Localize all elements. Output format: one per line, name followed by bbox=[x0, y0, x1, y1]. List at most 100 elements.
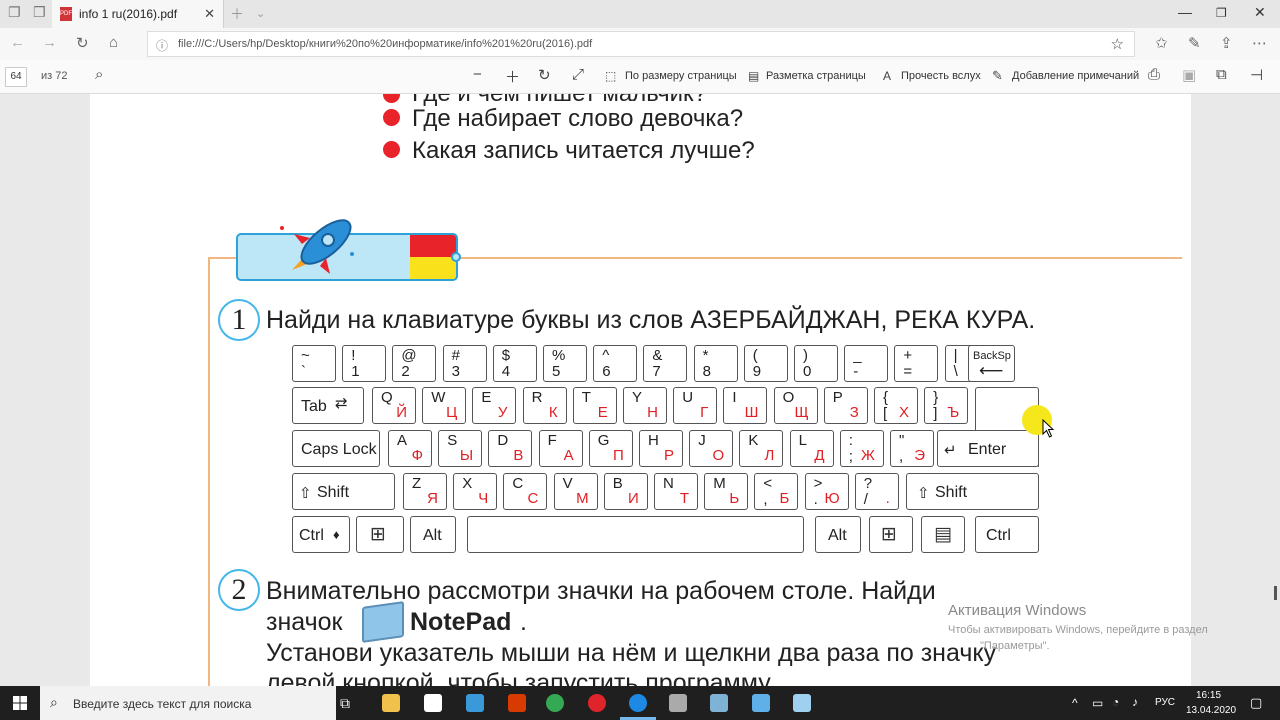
tray-chevron-icon[interactable]: ^ bbox=[1072, 696, 1078, 710]
info-icon[interactable]: ⓘ bbox=[156, 37, 168, 54]
keyboard-key: PЗ bbox=[823, 387, 868, 424]
photos-icon[interactable] bbox=[669, 694, 687, 712]
opera-icon[interactable] bbox=[588, 694, 606, 712]
home-icon[interactable]: ⌂ bbox=[109, 34, 118, 51]
tab-manager-icon[interactable]: ❐ bbox=[8, 4, 21, 21]
url-field[interactable]: ⓘ file:///C:/Users/hp/Desktop/книги%20по… bbox=[147, 31, 1135, 57]
edge-icon[interactable] bbox=[629, 694, 647, 712]
mail-icon[interactable] bbox=[466, 694, 484, 712]
minimize-icon[interactable]: — bbox=[1178, 4, 1192, 20]
key-symbol: | bbox=[953, 347, 958, 364]
pdf-toolbar: 64 из 72 ⌕ − ＋ ↻ ⤢ ⬚ По размеру страницы… bbox=[0, 60, 1280, 94]
key-digit: ` bbox=[301, 363, 306, 380]
key-cyrillic-letter: А bbox=[563, 447, 574, 464]
banner-dot bbox=[451, 252, 461, 262]
key-latin-letter: : bbox=[848, 432, 853, 449]
page-layout-button[interactable]: Разметка страницы bbox=[766, 70, 866, 82]
new-tab-icon[interactable]: ＋ bbox=[230, 4, 244, 24]
tab-pdf[interactable]: PDF info 1 ru(2016).pdf ✕ bbox=[52, 0, 224, 28]
key-cyrillic-letter: И bbox=[628, 490, 639, 507]
keyboard-key: ) 0 bbox=[794, 345, 838, 382]
zoom-out-icon[interactable]: − bbox=[473, 66, 482, 83]
volume-icon[interactable]: ♪ bbox=[1132, 695, 1138, 709]
fit-page-button[interactable]: По размеру страницы bbox=[625, 70, 737, 82]
pen-notes-icon[interactable]: ✎ bbox=[1188, 34, 1201, 52]
rocket-icon bbox=[280, 219, 354, 274]
keyboard-key: RК bbox=[522, 387, 567, 424]
key-latin-letter-alt: , bbox=[763, 491, 768, 508]
key-digit: 3 bbox=[451, 363, 460, 380]
fullscreen-icon[interactable]: ⤢ bbox=[572, 66, 584, 83]
favorites-icon[interactable]: ✩ bbox=[1155, 34, 1168, 52]
url-text: file:///C:/Users/hp/Desktop/книги%20по%2… bbox=[178, 38, 593, 50]
notepad-app-icon[interactable] bbox=[752, 694, 770, 712]
zoom-in-icon[interactable]: ＋ bbox=[505, 66, 520, 87]
keyboard-key: * 8 bbox=[693, 345, 738, 382]
paint-icon[interactable] bbox=[710, 694, 728, 712]
tab-close-icon[interactable]: ✕ bbox=[204, 6, 215, 22]
battery-icon[interactable]: ▭ bbox=[1092, 696, 1103, 710]
key-digit: 8 bbox=[702, 363, 711, 380]
chrome-icon[interactable] bbox=[546, 694, 564, 712]
keyboard-key: JО bbox=[689, 430, 734, 467]
taskbar-search[interactable]: ⌕ Введите здесь текст для поиска bbox=[40, 686, 336, 720]
print-icon[interactable]: ⎙ bbox=[1148, 66, 1160, 83]
forward-icon[interactable]: → bbox=[42, 34, 57, 51]
key-cyrillic-letter: С bbox=[527, 490, 539, 507]
favorite-star-icon[interactable]: ☆ bbox=[1111, 35, 1124, 53]
key-latin-letter: F bbox=[547, 432, 557, 449]
file-explorer-icon[interactable] bbox=[382, 694, 400, 712]
clock-time[interactable]: 16:15 bbox=[1196, 690, 1221, 701]
question-line: Где набирает слово девочка? bbox=[412, 105, 744, 132]
pdf-viewer[interactable]: Где и чем пишет мальчик? Где набирает сл… bbox=[0, 94, 1280, 686]
clock-date[interactable]: 13.04.2020 bbox=[1186, 705, 1236, 716]
start-button[interactable] bbox=[0, 686, 40, 720]
shift-arrow-icon: ⇧ bbox=[299, 485, 312, 502]
close-window-icon[interactable]: ✕ bbox=[1254, 4, 1266, 21]
tab-preview-icon[interactable]: ❒ bbox=[33, 4, 46, 21]
keyboard-key: VМ bbox=[553, 473, 598, 510]
read-aloud-button[interactable]: Прочесть вслух bbox=[901, 70, 981, 82]
save-as-icon[interactable]: ⧉ bbox=[1216, 66, 1227, 83]
office-icon[interactable] bbox=[508, 694, 526, 712]
restore-icon[interactable]: ❐ bbox=[1216, 6, 1227, 20]
context-menu-icon: ▤ bbox=[934, 524, 952, 545]
key-ctrl-left: Ctrl ♦ bbox=[292, 516, 350, 553]
taskbar-search-placeholder: Введите здесь текст для поиска bbox=[73, 697, 252, 711]
pdf-page: Где и чем пишет мальчик? Где набирает сл… bbox=[90, 94, 1191, 686]
key-enter-label: Enter bbox=[968, 441, 1007, 458]
key-symbol: @ bbox=[401, 347, 417, 364]
back-icon[interactable]: ← bbox=[10, 34, 25, 51]
page-number-input[interactable]: 64 bbox=[5, 67, 27, 87]
keyboard-key: + = bbox=[894, 345, 939, 382]
save-icon[interactable]: ▣ bbox=[1182, 66, 1196, 84]
key-tab: Tab ⇄ bbox=[292, 387, 364, 424]
key-digit: \ bbox=[953, 363, 958, 380]
key-latin-letter: R bbox=[531, 389, 543, 406]
task-view-icon[interactable]: ⧉ bbox=[340, 695, 350, 712]
scrollbar-thumb[interactable] bbox=[1274, 586, 1277, 600]
tab-list-chevron-icon[interactable]: ⌄ bbox=[256, 7, 265, 20]
rotate-icon[interactable]: ↻ bbox=[538, 66, 551, 84]
refresh-icon[interactable]: ↻ bbox=[76, 34, 89, 52]
add-notes-button[interactable]: Добавление примечаний bbox=[1012, 70, 1139, 82]
key-cyrillic-letter: Ш bbox=[744, 404, 759, 421]
key-cyrillic-letter: Е bbox=[597, 404, 608, 421]
notifications-icon[interactable]: ▢ bbox=[1250, 695, 1262, 711]
key-latin-letter: P bbox=[832, 389, 843, 406]
network-icon[interactable]: ◔ bbox=[1112, 695, 1119, 709]
app-icon[interactable] bbox=[793, 694, 811, 712]
keyboard-key: :; Ж bbox=[839, 430, 884, 467]
task2-line: Внимательно рассмотри значки на рабочем … bbox=[266, 577, 936, 605]
more-icon[interactable]: ⋯ bbox=[1252, 34, 1267, 52]
store-icon[interactable] bbox=[424, 694, 442, 712]
key-latin-letter: { bbox=[883, 389, 889, 406]
key-latin-letter: B bbox=[612, 475, 623, 492]
search-icon[interactable]: ⌕ bbox=[95, 66, 103, 83]
share-icon[interactable]: ⇪ bbox=[1220, 34, 1233, 52]
key-cyrillic-letter: М bbox=[576, 490, 589, 507]
language-indicator[interactable]: РУС bbox=[1155, 697, 1175, 708]
pin-toolbar-icon[interactable]: ⊣ bbox=[1250, 66, 1263, 84]
key-backspace: BackSp ⟵ bbox=[968, 345, 1015, 382]
bullet bbox=[383, 109, 400, 126]
